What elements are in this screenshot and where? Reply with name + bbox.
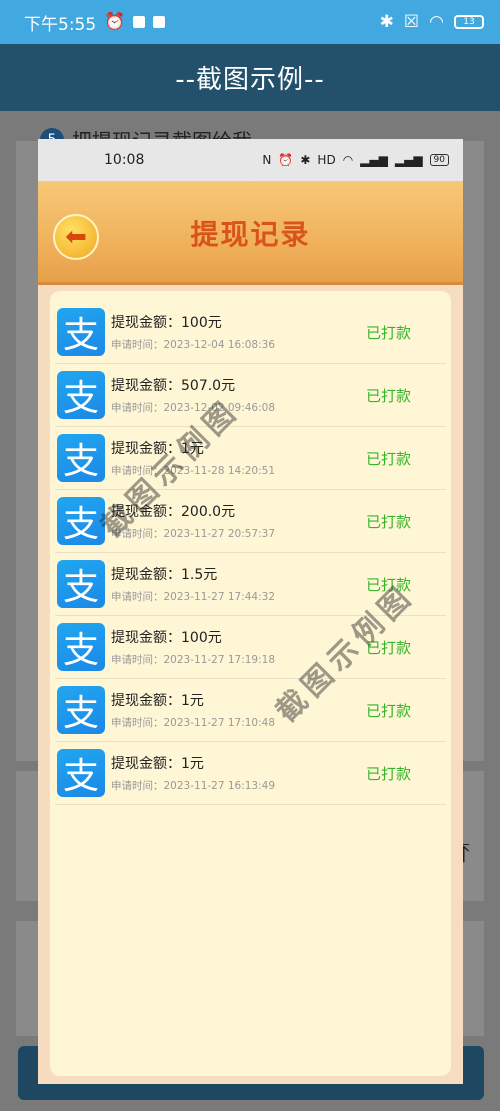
record-row: 支提现金额：100元申请时间：2023-11-27 17:19:18 已打款 (55, 616, 446, 679)
record-row: 支提现金额：100元申请时间：2023-12-04 16:08:36 已打款 (55, 301, 446, 364)
record-status: 已打款 (365, 764, 411, 783)
screenshot-status-bar: 10:08 N ⏰ ✱ HD ◠ ▂▄▆ ▂▄▆ 90 (38, 139, 463, 181)
record-row: 支提现金额：200.0元申请时间：2023-11-27 20:57:37 已打款 (55, 490, 446, 553)
battery-icon: 90 (429, 154, 449, 166)
record-status: 已打款 (365, 575, 411, 594)
alarm-icon: ⏰ (278, 153, 294, 167)
screenshot-title: 提现记录 (190, 218, 311, 251)
record-time: 申请时间：2023-11-27 17:44:32 (111, 591, 276, 603)
page-header: --截图示例-- (0, 44, 500, 111)
nfc-icon: N (262, 153, 272, 167)
record-info: 提现金额：100元申请时间：2023-12-04 16:08:36 (111, 312, 275, 352)
withdrawal-record-list: 支提现金额：100元 申请时间：2023-12-04 16:08:36 已打款支提现… (50, 291, 451, 1076)
alipay-icon: 支 (57, 371, 105, 419)
record-amount: 提现金额：1元 (111, 693, 204, 709)
record-amount: 提现金额：200.0元 (111, 504, 236, 520)
alipay-icon: 支 (57, 308, 105, 356)
record-info: 提现金额：507.0元申请时间：2023-12-02 09:46:08 (111, 375, 275, 415)
record-time: 申请时间：2023-12-04 16:08:36 (111, 339, 276, 351)
page-title: --截图示例-- (175, 65, 325, 95)
record-row: 支提现金额：1元申请时间：2023-11-27 17:10:48 已打款 (55, 679, 446, 742)
record-status: 已打款 (365, 449, 411, 468)
screenshot-header: ⬅ 提现记录 (38, 181, 463, 285)
battery-level: 13 (463, 17, 475, 27)
record-amount: 提现金额：1元 (111, 441, 204, 457)
os-status-bar: 下午5:55 ⏰ ✱ ☒ ◠ 13 (0, 0, 500, 44)
record-row: 支提现金额：1元申请时间：2023-11-27 16:13:49 已打款 (55, 742, 446, 805)
notification-icon (133, 16, 146, 28)
alipay-icon: 支 (57, 497, 105, 545)
record-status: 已打款 (365, 638, 411, 657)
record-status: 已打款 (365, 323, 411, 342)
record-info: 提现金额：1元申请时间：2023-11-27 17:10:48 (111, 690, 275, 730)
record-amount: 提现金额：1元 (111, 756, 204, 772)
os-time: 下午5:55 (24, 14, 97, 35)
record-status: 已打款 (365, 701, 411, 720)
record-time: 申请时间：2023-11-28 14:20:51 (111, 465, 276, 477)
screenshot-time: 10:08 (104, 152, 145, 168)
record-time: 申请时间：2023-11-27 17:10:48 (111, 717, 276, 729)
record-amount: 提现金额：1.5元 (111, 567, 218, 583)
alipay-icon: 支 (57, 749, 105, 797)
signal-icon: ▂▄▆ (360, 153, 388, 167)
record-info: 提现金额：100元申请时间：2023-11-27 17:19:18 (111, 627, 275, 667)
record-time: 申请时间：2023-11-27 17:19:18 (111, 654, 276, 666)
alarm-icon: ⏰ (104, 12, 126, 32)
record-status: 已打款 (365, 512, 411, 531)
alipay-icon: 支 (57, 560, 105, 608)
record-status: 已打款 (365, 386, 411, 405)
record-info: 提现金额：1元申请时间：2023-11-27 16:13:49 (111, 753, 275, 793)
record-info: 提现金额：200.0元申请时间：2023-11-27 20:57:37 (111, 501, 275, 541)
record-info: 提现金额：1元申请时间：2023-11-28 14:20:51 (111, 438, 275, 478)
alipay-icon: 支 (57, 434, 105, 482)
record-time: 申请时间：2023-11-27 20:57:37 (111, 528, 276, 540)
signal-icon: ▂▄▆ (394, 153, 423, 167)
hd-icon: HD (317, 153, 336, 167)
record-time: 申请时间：2023-11-27 16:13:49 (111, 780, 276, 792)
record-info: 提现金额：1.5元申请时间：2023-11-27 17:44:32 (111, 564, 275, 604)
battery-icon: 13 (454, 15, 484, 29)
record-amount: 提现金额：100元 (111, 630, 222, 646)
record-row: 支提现金额：1元申请时间：2023-11-28 14:20:51 已打款 (55, 427, 446, 490)
alipay-icon: 支 (57, 623, 105, 671)
record-row: 支提现金额：507.0元申请时间：2023-12-02 09:46:08 已打款 (55, 364, 446, 427)
sim-icon: ☒ (403, 12, 420, 32)
wifi-icon: ◠ (429, 12, 444, 32)
alipay-icon: 支 (57, 686, 105, 734)
example-screenshot: 10:08 N ⏰ ✱ HD ◠ ▂▄▆ ▂▄▆ 90 ⬅ 提现记录 支提现金额… (38, 139, 463, 1084)
bluetooth-icon: ✱ (379, 12, 394, 32)
wifi-icon: ◠ (342, 153, 354, 167)
record-amount: 提现金额：507.0元 (111, 378, 236, 394)
app-notification-icon (153, 16, 166, 28)
record-time: 申请时间：2023-12-02 09:46:08 (111, 402, 276, 414)
battery-level: 90 (433, 155, 445, 165)
record-row: 支提现金额：1.5元申请时间：2023-11-27 17:44:32 已打款 (55, 553, 446, 616)
bluetooth-icon: ✱ (300, 153, 311, 167)
record-amount: 提现金额：100元 (111, 315, 222, 331)
